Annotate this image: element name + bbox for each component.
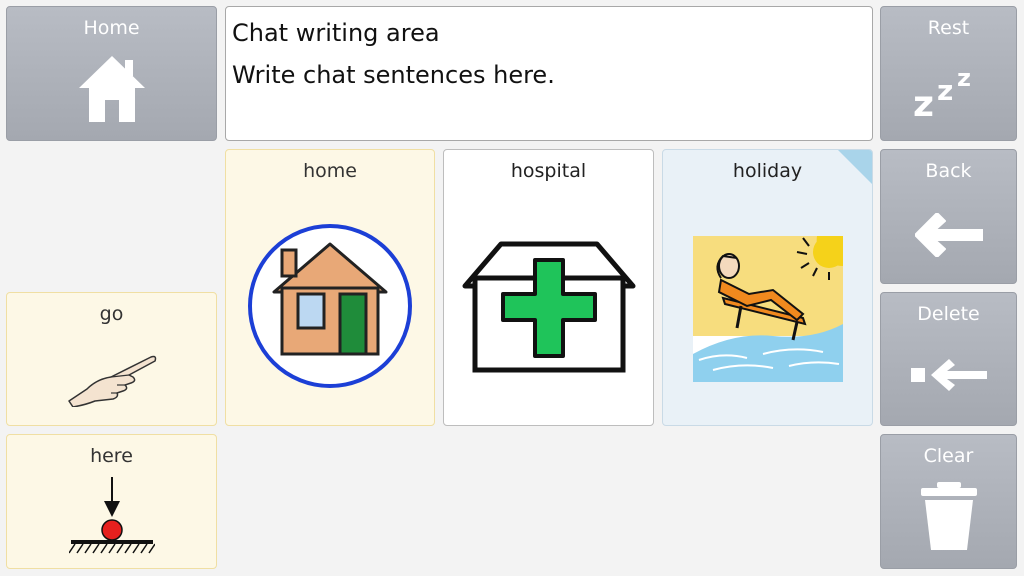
word-cell-here[interactable]: here [6, 434, 217, 569]
house-in-circle-icon [226, 222, 434, 390]
word-cell-holiday[interactable]: holiday [662, 149, 873, 426]
rest-button[interactable]: Rest z z z [880, 6, 1017, 141]
rest-button-label: Rest [927, 17, 970, 39]
svg-text:z: z [913, 84, 934, 118]
word-cell-home[interactable]: home [225, 149, 435, 426]
chat-writing-area[interactable]: Chat writing area Write chat sentences h… [225, 6, 873, 141]
house-icon [7, 54, 216, 124]
home-button-label: Home [83, 17, 140, 39]
word-label-holiday: holiday [732, 160, 803, 182]
chat-line-1: Chat writing area [232, 19, 440, 47]
pointing-hand-icon [7, 349, 216, 407]
word-label-here: here [90, 445, 133, 467]
clear-button-label: Clear [923, 445, 974, 467]
svg-text:z: z [957, 64, 971, 92]
hospital-cross-icon [444, 238, 653, 374]
home-button[interactable]: Home [6, 6, 217, 141]
aac-board: Home Chat writing area Write chat senten… [0, 0, 1024, 576]
delete-button-label: Delete [917, 303, 980, 325]
word-label-hospital: hospital [510, 160, 587, 182]
back-button[interactable]: Back [880, 149, 1017, 284]
chat-line-2: Write chat sentences here. [232, 61, 555, 89]
word-label-go: go [99, 303, 124, 325]
arrow-left-icon [881, 213, 1016, 257]
delete-backspace-icon [881, 357, 1016, 393]
zzz-icon: z z z [881, 62, 1016, 118]
delete-button[interactable]: Delete [880, 292, 1017, 426]
clear-button[interactable]: Clear [880, 434, 1017, 569]
trash-icon [881, 482, 1016, 550]
word-cell-hospital[interactable]: hospital [443, 149, 654, 426]
word-cell-go[interactable]: go [6, 292, 217, 426]
svg-text:z: z [937, 74, 953, 107]
word-label-home: home [303, 160, 357, 182]
back-button-label: Back [925, 160, 972, 182]
beach-sunbathing-icon [663, 236, 872, 382]
location-arrow-ball-icon [7, 477, 216, 563]
